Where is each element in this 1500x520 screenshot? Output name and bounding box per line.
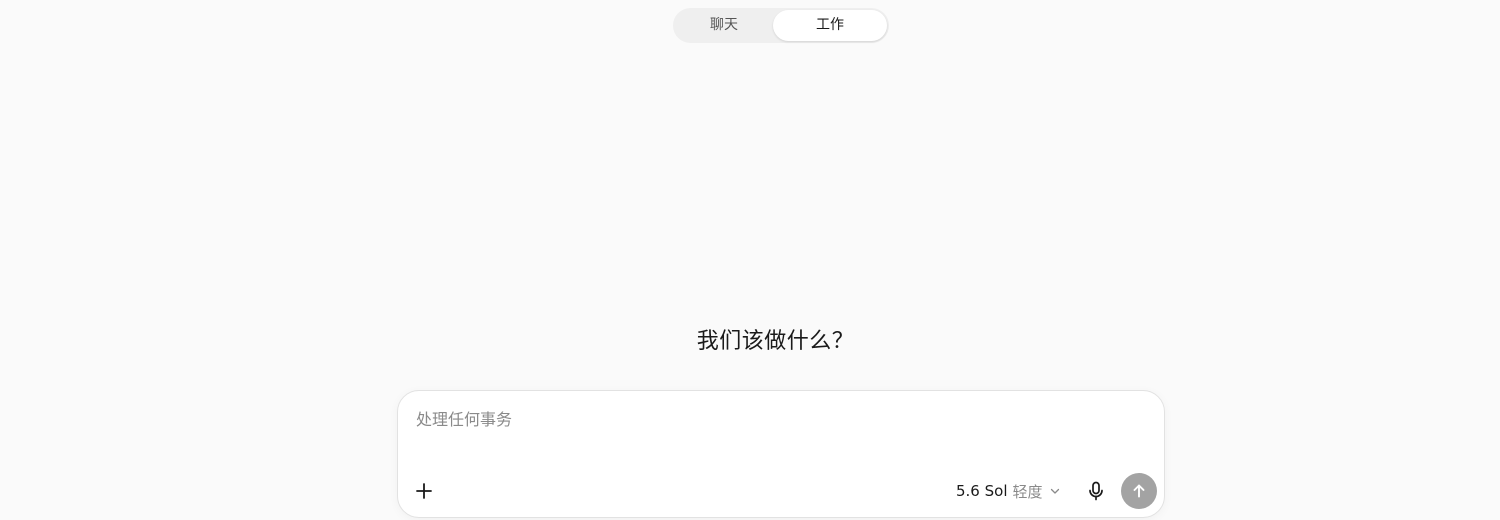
model-effort: 轻度 (1012, 482, 1043, 501)
composer: 5.6 Sol 轻度 (397, 390, 1165, 518)
mode-toggle: 聊天 工作 (673, 8, 889, 43)
attach-button[interactable] (412, 479, 436, 503)
send-button[interactable] (1121, 473, 1157, 509)
tab-work[interactable]: 工作 (773, 10, 887, 41)
model-selector[interactable]: 5.6 Sol 轻度 (956, 479, 1061, 503)
plus-icon (416, 483, 432, 499)
microphone-icon (1089, 481, 1103, 501)
tab-chat[interactable]: 聊天 (675, 10, 773, 41)
arrow-up-icon (1133, 484, 1145, 498)
prompt-input[interactable] (416, 407, 1116, 431)
chevron-down-icon (1050, 488, 1059, 494)
page-title: 我们该做什么？ (696, 329, 855, 354)
voice-input-button[interactable] (1084, 479, 1108, 503)
model-name: 5.6 Sol (956, 482, 1008, 500)
